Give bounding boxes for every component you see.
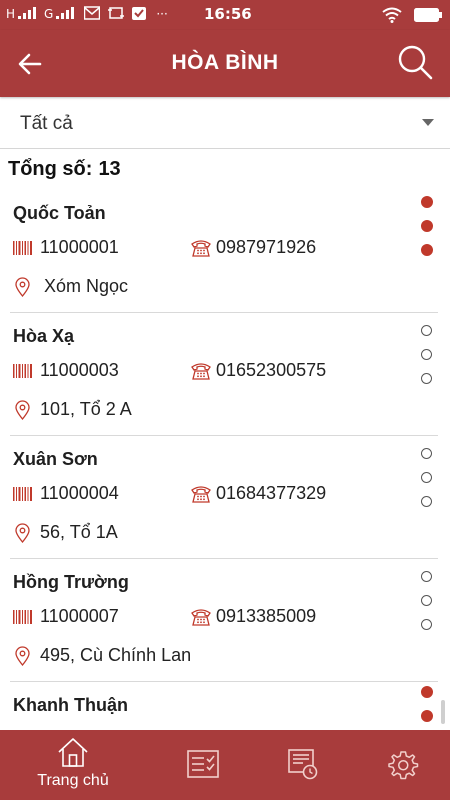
list-item[interactable]: Hòa Xạ 11000003 01652300575 101, Tổ 2 A [0,313,450,436]
status-bar: H G ··· 16:56 [0,0,450,30]
battery-icon [414,8,442,22]
settings-icon [388,751,419,780]
filter-value: Tất cả [20,113,73,134]
status-right [382,5,442,25]
page-title: HÒA BÌNH [171,51,279,74]
customer-address: Xóm Ngọc [44,276,129,296]
customer-code: 11000004 [40,483,119,503]
customer-code: 11000001 [40,237,119,257]
status-dot [421,472,432,483]
barcode-icon [13,241,32,255]
customer-phone: 01652300575 [216,360,327,380]
tab-home-label: Trang chủ [37,772,109,789]
filter-dropdown[interactable]: Tất cả [0,97,450,149]
carrier-type: G [44,7,54,21]
customer-name: Hồng Trường [13,572,129,592]
status-dot [421,448,432,459]
customer-name: Khanh Thuận [13,695,128,715]
phone-icon [191,609,211,626]
location-pin-icon [15,523,30,543]
list-item[interactable]: Hồng Trường 11000007 0913385009 495, Cù … [0,559,450,682]
status-dot [421,325,432,336]
status-dot [421,571,432,582]
history-icon [288,749,318,780]
status-dot [421,349,432,360]
tab-history[interactable] [247,730,359,800]
phone-icon [191,486,211,503]
customer-name: Quốc Toản [13,203,106,223]
phone-icon [191,240,211,257]
status-dot [421,220,433,232]
total-number: 13 [98,158,121,180]
list-item[interactable]: Xuân Sơn 11000004 01684377329 56, Tổ 1A [0,436,450,559]
status-dot [421,196,433,208]
home-icon [58,738,88,767]
customer-phone: 0913385009 [216,606,317,626]
dropdown-caret-icon [422,119,434,126]
scrollbar-thumb[interactable] [441,700,445,724]
more-notifications: ··· [156,7,168,21]
location-pin-icon [15,400,30,420]
customer-code: 11000003 [40,360,119,380]
app-bar: HÒA BÌNH [0,30,450,97]
status-dot [421,373,432,384]
list-item[interactable]: Quốc Toản 11000001 0987971926 Xóm Ngọc [0,190,450,313]
network-type: H [6,7,16,21]
total-count: Tổng số: 13 [8,158,121,181]
status-dot [421,619,432,630]
signal-icon [18,7,37,19]
phone-icon [191,363,211,380]
total-label: Tổng số: [8,158,93,180]
task-icon [132,7,147,20]
status-dot [421,496,432,507]
customer-name: Xuân Sơn [13,449,98,469]
tab-settings[interactable] [347,730,450,800]
list-item[interactable]: Khanh Thuận [0,682,450,730]
status-dot [421,686,433,698]
barcode-icon [13,610,32,624]
signal-icon [56,7,75,19]
customer-address: 495, Cù Chính Lan [40,645,192,665]
wifi-icon [382,7,402,23]
tab-home[interactable]: Trang chủ [17,730,129,800]
customer-address: 56, Tổ 1A [40,522,118,542]
mail-icon [84,6,101,20]
location-pin-icon [15,646,30,666]
search-icon[interactable] [396,43,434,81]
status-dot [421,710,433,722]
location-pin-icon [15,277,30,297]
screenshot-icon [108,7,125,19]
customer-name: Hòa Xạ [13,326,75,346]
bottom-nav: Trang chủ [0,730,450,800]
status-dot [421,595,432,606]
barcode-icon [13,364,32,378]
status-dot [421,244,433,256]
tab-checklist[interactable] [147,730,259,800]
barcode-icon [13,487,32,501]
customer-phone: 0987971926 [216,237,317,257]
status-left: H G ··· [6,6,171,21]
customer-phone: 01684377329 [216,483,327,503]
checklist-icon [187,750,219,778]
customer-code: 11000007 [40,606,119,626]
customer-address: 101, Tổ 2 A [40,399,132,419]
customer-list[interactable]: Quốc Toản 11000001 0987971926 Xóm Ngọc H… [0,190,450,730]
clock: 16:56 [204,5,252,23]
